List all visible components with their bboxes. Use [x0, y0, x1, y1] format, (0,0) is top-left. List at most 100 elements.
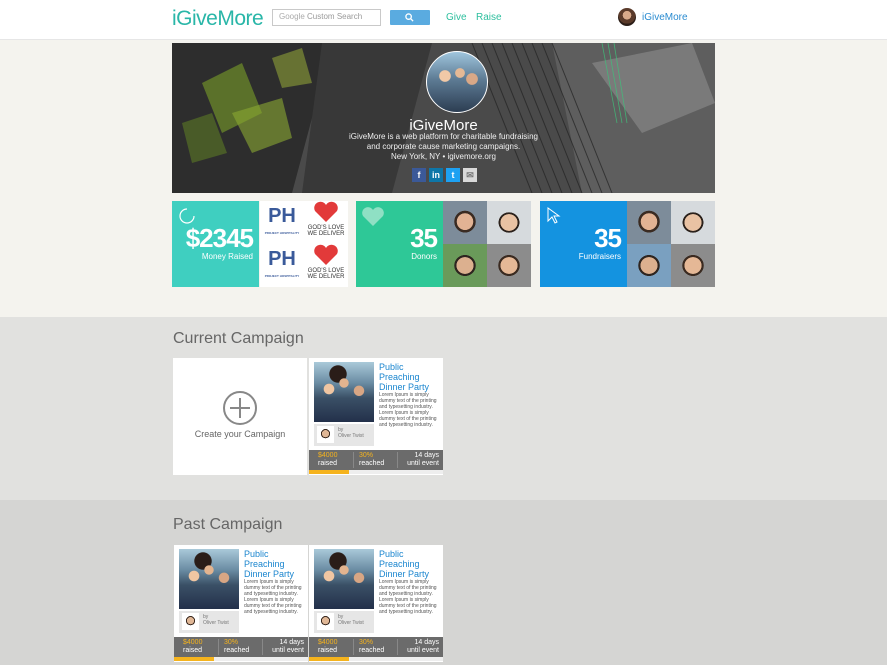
search-button[interactable]: [390, 10, 430, 25]
campaign-photo: [179, 549, 239, 609]
avatar[interactable]: [671, 201, 715, 244]
reached-stat: 30% reached: [359, 452, 384, 468]
facebook-icon[interactable]: f: [412, 168, 426, 182]
avatar: [182, 613, 199, 630]
past-campaign-title: Past Campaign: [173, 516, 283, 533]
logo-main: GiveMore: [176, 7, 264, 30]
partner-logos: PH PROJECT HOSPITALITY GOD'S LOVE WE DELIV…: [260, 201, 348, 287]
avatar[interactable]: [487, 201, 531, 244]
days-label: until event: [407, 460, 439, 467]
reached-stat: 30% reached: [224, 639, 249, 655]
stat-divider: [397, 639, 398, 655]
reached-label: reached: [359, 647, 385, 654]
campaign-card[interactable]: Public Preaching Dinner Party Lorem Ipsu…: [309, 358, 443, 475]
heart-icon: [314, 244, 338, 265]
campaign-card[interactable]: Public Preaching Dinner Party Lorem Ipsu…: [309, 545, 443, 662]
ph-logo-text: PH: [268, 205, 296, 227]
search-input[interactable]: Google Custom Search: [272, 9, 381, 26]
campaign-description: Lorem Ipsum is simply dummy text of the …: [244, 579, 302, 615]
reached-stat: 30% reached: [359, 639, 384, 655]
author-name: Oliver Twist: [203, 620, 229, 626]
campaign-author[interactable]: by Oliver Twist: [314, 424, 374, 446]
avatar[interactable]: [627, 244, 671, 287]
user-menu[interactable]: iGiveMore: [614, 6, 690, 28]
campaign-photo: [314, 549, 374, 609]
gods-love-line: WE DELIVER: [307, 231, 345, 237]
campaign-description: Lorem Ipsum is simply dummy text of the …: [379, 579, 437, 615]
campaign-title[interactable]: Public Preaching Dinner Party: [379, 362, 439, 392]
avatar[interactable]: [487, 244, 531, 287]
campaign-author[interactable]: by Oliver Twist: [179, 611, 239, 633]
campaign-progress-track: [214, 657, 308, 661]
reached-value: 30%: [224, 639, 239, 646]
stat-divider: [218, 639, 219, 655]
heart-icon: [314, 201, 338, 222]
avatar: [317, 613, 334, 630]
author-name: Oliver Twist: [338, 620, 364, 626]
avatar[interactable]: [627, 201, 671, 244]
campaign-progress-fill: [309, 657, 350, 661]
nav-raise[interactable]: Raise: [476, 12, 502, 23]
donor-avatars: [443, 201, 531, 287]
nav-give[interactable]: Give: [446, 12, 467, 23]
create-campaign-button[interactable]: Create your Campaign: [173, 358, 307, 475]
top-header: [0, 0, 887, 40]
raised-stat: $4000 raised: [183, 639, 202, 655]
reached-value: 30%: [359, 639, 374, 646]
reached-value: 30%: [359, 452, 374, 459]
days-value: 14 days: [414, 639, 439, 646]
email-icon[interactable]: ✉: [463, 168, 477, 182]
site-logo[interactable]: iGiveMore: [172, 7, 264, 31]
stat-divider: [262, 639, 263, 655]
campaign-stats-bar: $4000 raised 30% reached 14 days until even…: [309, 450, 443, 470]
raised-label: raised: [318, 647, 338, 654]
project-hospitality-logo[interactable]: PH PROJECT HOSPITALITY: [260, 201, 304, 244]
profile-photo: [426, 51, 488, 113]
ph-logo-sub: PROJECT HOSPITALITY: [264, 231, 300, 235]
money-raised-value: $2345: [185, 223, 254, 253]
raised-value: $4000: [183, 639, 203, 646]
stat-divider: [353, 452, 354, 468]
campaign-description: Lorem Ipsum is simply dummy text of the …: [379, 392, 437, 428]
raised-value: $4000: [318, 452, 338, 459]
avatar[interactable]: [671, 244, 715, 287]
campaign-author[interactable]: by Oliver Twist: [314, 611, 374, 633]
search-placeholder-text: Custom Search: [307, 12, 363, 21]
profile-location: New York, NY • igivemore.org: [391, 152, 496, 161]
fundraisers-value: 35: [594, 223, 622, 253]
profile-description-line: iGiveMore is a web platform for charitab…: [349, 132, 538, 141]
past-campaign-section: [0, 500, 887, 665]
raised-label: raised: [183, 647, 203, 654]
current-campaign-section: [0, 317, 887, 500]
money-raised-label: Money Raised: [201, 252, 253, 261]
raised-value: $4000: [318, 639, 338, 646]
raised-stat: $4000 raised: [318, 639, 337, 655]
campaign-stats-bar: $4000 raised 30% reached 14 days until even…: [174, 637, 308, 657]
days-value: 14 days: [279, 639, 304, 646]
days-label: until event: [407, 647, 439, 654]
create-campaign-label: Create your Campaign: [194, 429, 286, 439]
days-stat: 14 days until event: [407, 452, 439, 468]
project-hospitality-logo[interactable]: PH PROJECT HOSPITALITY: [260, 244, 304, 287]
avatar[interactable]: [443, 201, 487, 244]
stat-divider: [353, 639, 354, 655]
avatar[interactable]: [443, 244, 487, 287]
reached-label: reached: [224, 647, 250, 654]
ph-logo-text: PH: [268, 248, 296, 270]
avatar: [618, 8, 636, 26]
search-icon: [405, 13, 414, 22]
campaign-card[interactable]: Public Preaching Dinner Party Lorem Ipsu…: [174, 545, 308, 662]
fundraiser-avatars: [627, 201, 715, 287]
search-placeholder-brand: Google: [279, 12, 305, 21]
campaign-stats-bar: $4000 raised 30% reached 14 days until even…: [309, 637, 443, 657]
campaign-title[interactable]: Public Preaching Dinner Party: [379, 549, 439, 579]
cursor-icon: [547, 207, 561, 224]
twitter-icon[interactable]: t: [446, 168, 460, 182]
campaign-title[interactable]: Public Preaching Dinner Party: [244, 549, 304, 579]
stat-divider: [397, 452, 398, 468]
avatar: [317, 426, 334, 443]
linkedin-icon[interactable]: in: [429, 168, 443, 182]
gods-love-logo[interactable]: GOD'S LOVE WE DELIVER: [304, 244, 348, 287]
gods-love-logo[interactable]: GOD'S LOVE WE DELIVER: [304, 201, 348, 244]
days-stat: 14 days until event: [407, 639, 439, 655]
